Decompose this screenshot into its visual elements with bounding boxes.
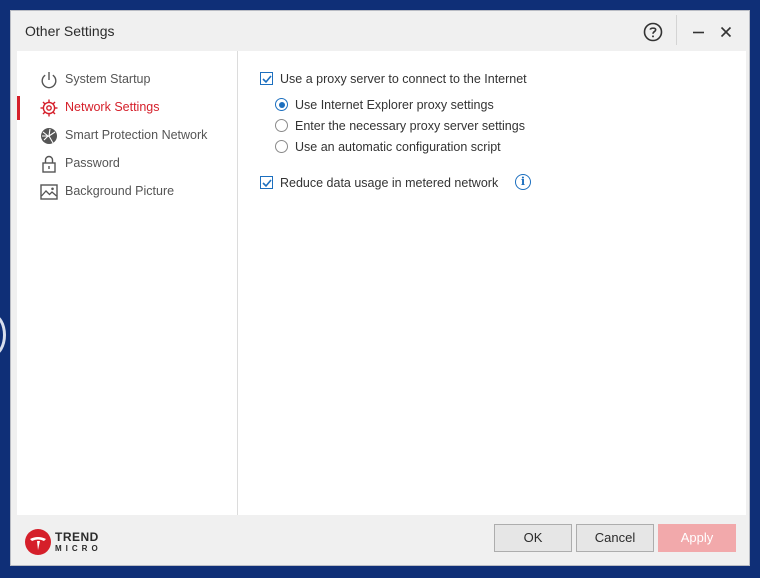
cancel-button[interactable]: Cancel — [576, 524, 654, 552]
checkbox-checked[interactable] — [260, 176, 273, 189]
sidebar-item-label: System Startup — [65, 72, 151, 86]
desktop-background-glyph — [0, 314, 6, 356]
logo-text-micro: MICRO — [55, 544, 102, 553]
title-bar: Other Settings — [11, 11, 749, 51]
sidebar-item-label: Password — [65, 156, 120, 170]
sidebar-item-label: Background Picture — [65, 184, 175, 198]
window-title: Other Settings — [25, 23, 115, 39]
radio-label: Enter the necessary proxy server setting… — [295, 119, 525, 133]
radio-label: Use an automatic configuration script — [295, 140, 501, 154]
titlebar-divider — [676, 15, 677, 45]
network-settings-panel: Use a proxy server to connect to the Int… — [238, 51, 746, 515]
checkbox-checked[interactable] — [260, 72, 273, 85]
sidebar-item-system-startup[interactable]: System Startup — [17, 66, 237, 94]
radio-unselected[interactable] — [275, 119, 288, 132]
sidebar-item-network-settings[interactable]: Network Settings — [17, 94, 237, 122]
minimize-icon[interactable] — [687, 20, 711, 44]
picture-icon — [39, 182, 59, 202]
sidebar-item-background-picture[interactable]: Background Picture — [17, 178, 237, 206]
reduce-data-checkbox[interactable]: Reduce data usage in metered network i — [260, 174, 540, 194]
active-indicator — [17, 96, 20, 120]
radio-label: Use Internet Explorer proxy settings — [295, 98, 494, 112]
settings-sidebar: System Startup Network Settings Smart Pr… — [17, 51, 237, 515]
reduce-data-label: Reduce data usage in metered network — [280, 176, 499, 190]
sidebar-item-label: Network Settings — [65, 100, 160, 114]
sidebar-item-password[interactable]: Password — [17, 150, 237, 178]
globe-icon — [39, 126, 59, 146]
trend-micro-logo: TREND MICRO — [25, 526, 125, 556]
radio-selected[interactable] — [275, 98, 288, 111]
sidebar-item-smart-protection-network[interactable]: Smart Protection Network — [17, 122, 237, 150]
gear-icon — [39, 98, 59, 118]
radio-unselected[interactable] — [275, 140, 288, 153]
help-icon[interactable] — [641, 20, 665, 44]
dialog-footer: TREND MICRO OK Cancel Apply — [11, 516, 749, 565]
info-icon[interactable]: i — [515, 174, 531, 190]
logo-text-trend: TREND — [55, 530, 99, 544]
sidebar-item-label: Smart Protection Network — [65, 128, 208, 142]
use-proxy-label: Use a proxy server to connect to the Int… — [280, 72, 527, 86]
power-icon — [39, 70, 59, 90]
logo-ball-icon — [25, 529, 51, 555]
settings-window: Other Settings System Startup Network Se… — [10, 10, 750, 566]
lock-icon — [39, 154, 59, 174]
close-icon[interactable] — [714, 20, 738, 44]
apply-button[interactable]: Apply — [658, 524, 736, 552]
ok-button[interactable]: OK — [494, 524, 572, 552]
